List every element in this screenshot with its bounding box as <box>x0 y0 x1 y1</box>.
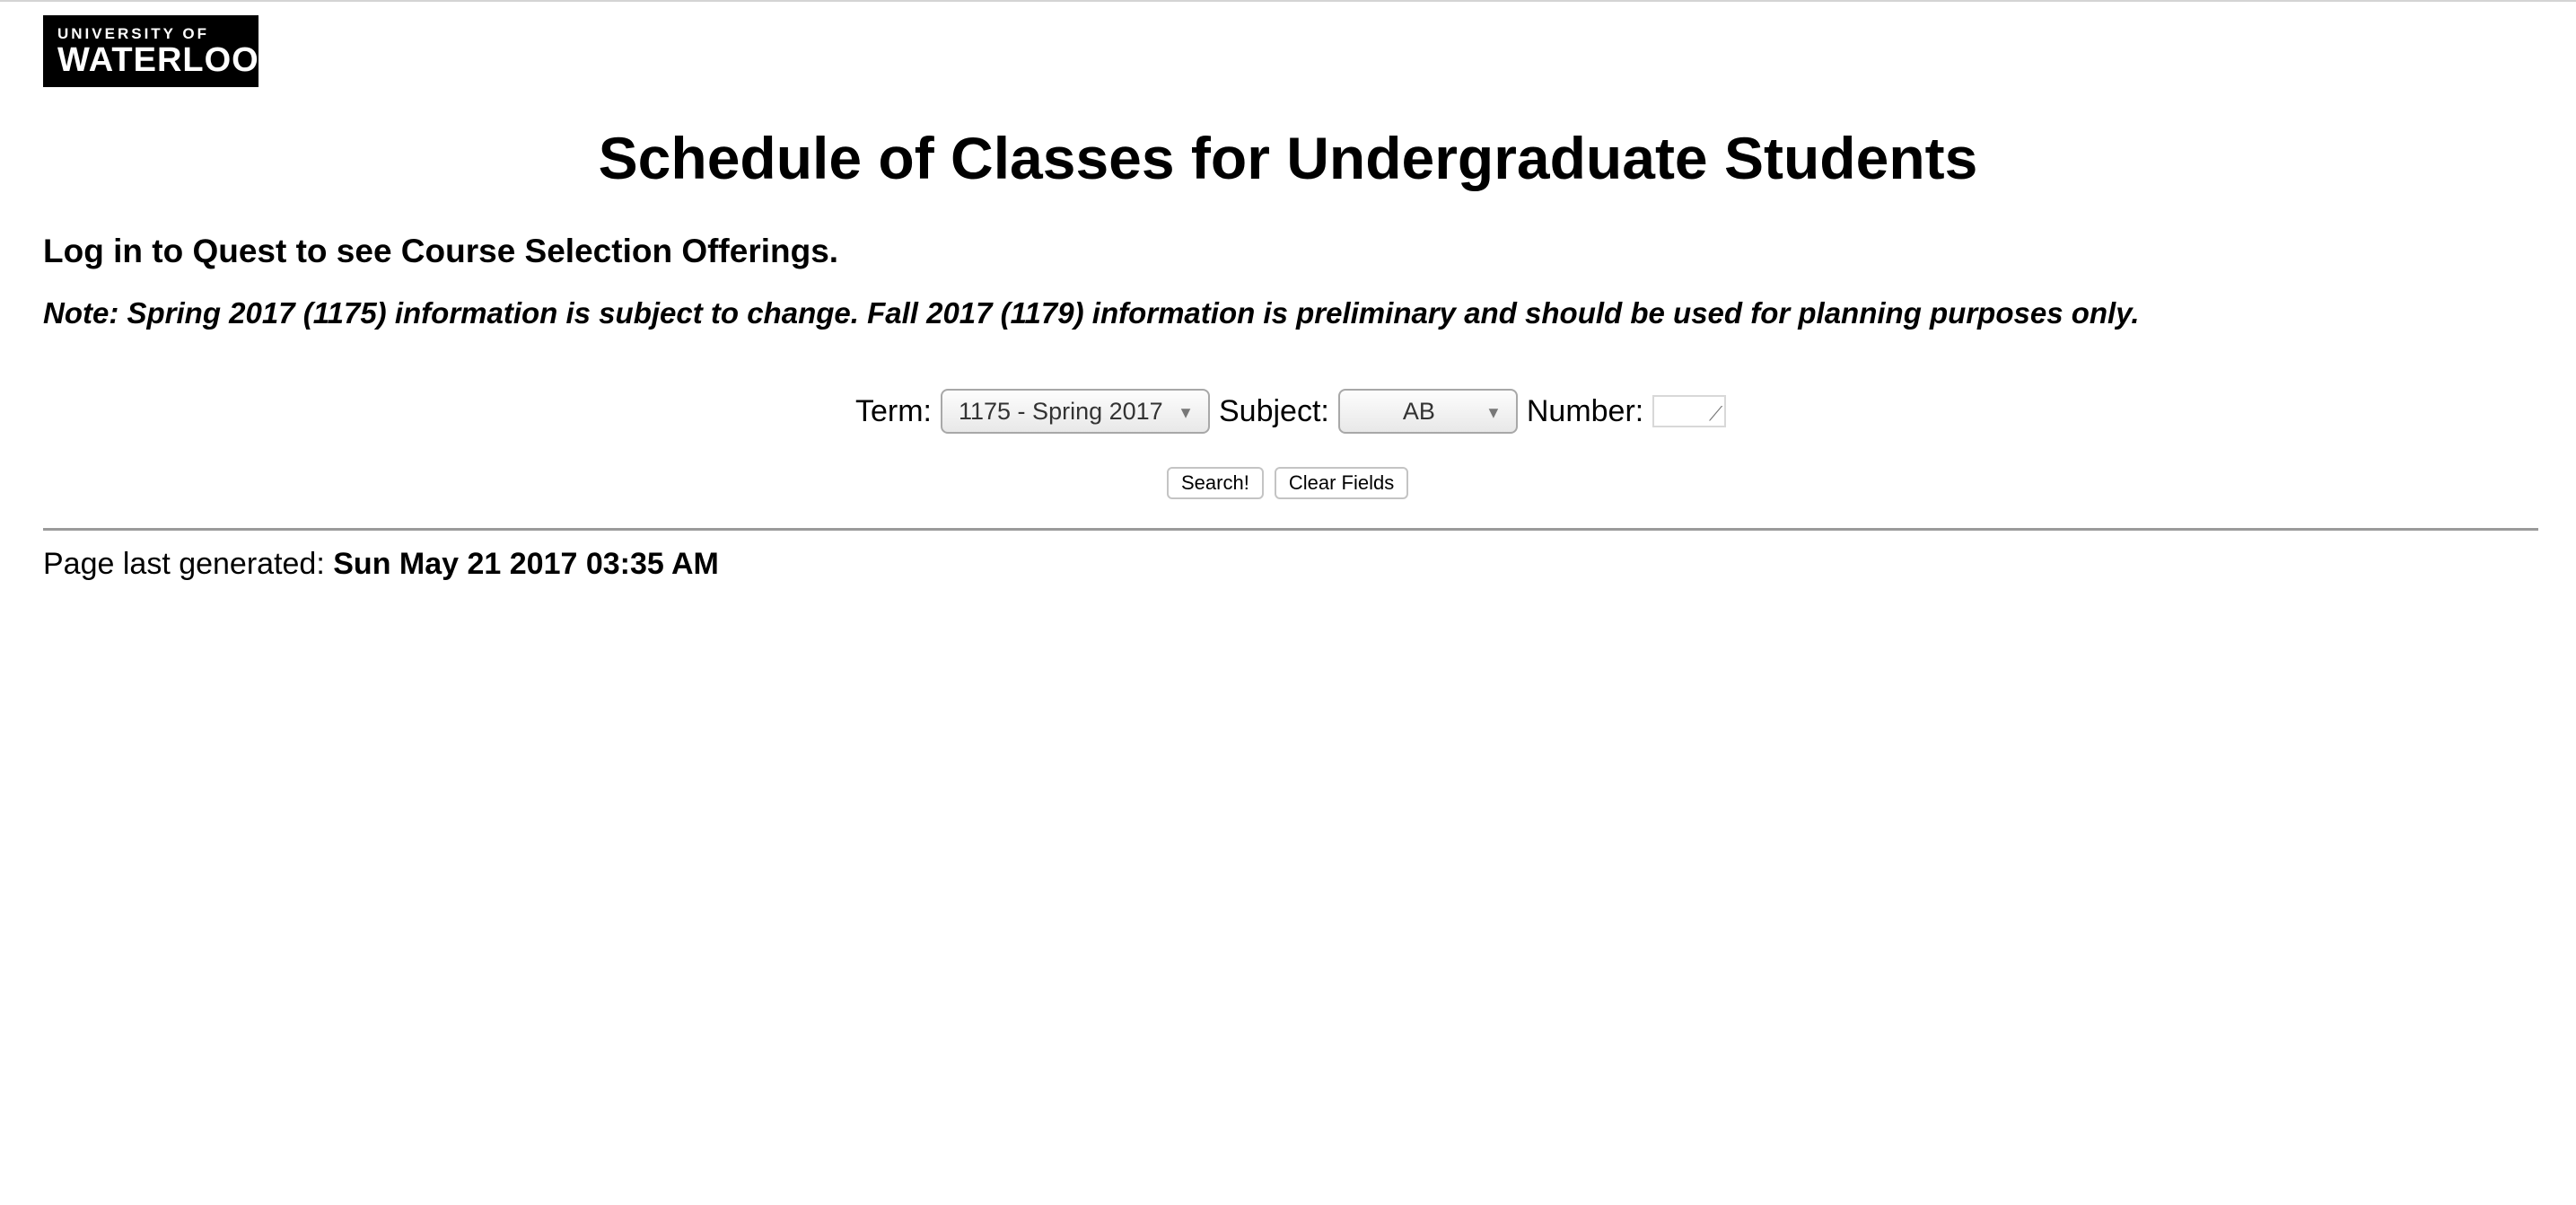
generated-timestamp: Sun May 21 2017 03:35 AM <box>333 547 719 581</box>
search-button[interactable]: Search! <box>1167 467 1264 499</box>
number-input[interactable]: ⟋ <box>1652 395 1727 427</box>
page-title: Schedule of Classes for Undergraduate St… <box>598 125 1978 191</box>
page-generated-info: Page last generated: Sun May 21 2017 03:… <box>43 542 719 585</box>
search-form: Term: 1175 - Spring 2017 ▼ Subject: AB ▼… <box>0 386 2576 440</box>
chevron-down-icon: ▼ <box>1178 403 1194 422</box>
login-message: Log in to Quest to see Course Selection … <box>43 233 839 269</box>
search-fields-row: Term: 1175 - Spring 2017 ▼ Subject: AB ▼… <box>855 386 1727 436</box>
university-of-waterloo-logo[interactable]: UNIVERSITY OF WATERLOO <box>43 15 258 87</box>
term-select-value: 1175 - Spring 2017 <box>959 397 1163 425</box>
logo-line-1: UNIVERSITY OF <box>57 25 210 42</box>
horizontal-divider <box>43 528 2538 531</box>
logo-line-2: WATERLOO <box>57 41 259 79</box>
term-select[interactable]: 1175 - Spring 2017 ▼ <box>941 389 1210 434</box>
resize-handle-icon[interactable]: ⟋ <box>1709 404 1722 424</box>
form-buttons: Search! Clear Fields <box>1167 467 1419 499</box>
term-note: Note: Spring 2017 (1175) information is … <box>43 296 2140 330</box>
top-border <box>0 0 2576 2</box>
subject-select-value: AB <box>1402 397 1435 425</box>
generated-label: Page last generated: <box>43 547 325 581</box>
clear-fields-button[interactable]: Clear Fields <box>1274 467 1409 499</box>
chevron-down-icon: ▼ <box>1485 403 1502 422</box>
number-label: Number: <box>1526 394 1644 428</box>
term-label: Term: <box>855 394 932 428</box>
subject-select[interactable]: AB ▼ <box>1337 389 1518 434</box>
subject-label: Subject: <box>1219 394 1329 428</box>
